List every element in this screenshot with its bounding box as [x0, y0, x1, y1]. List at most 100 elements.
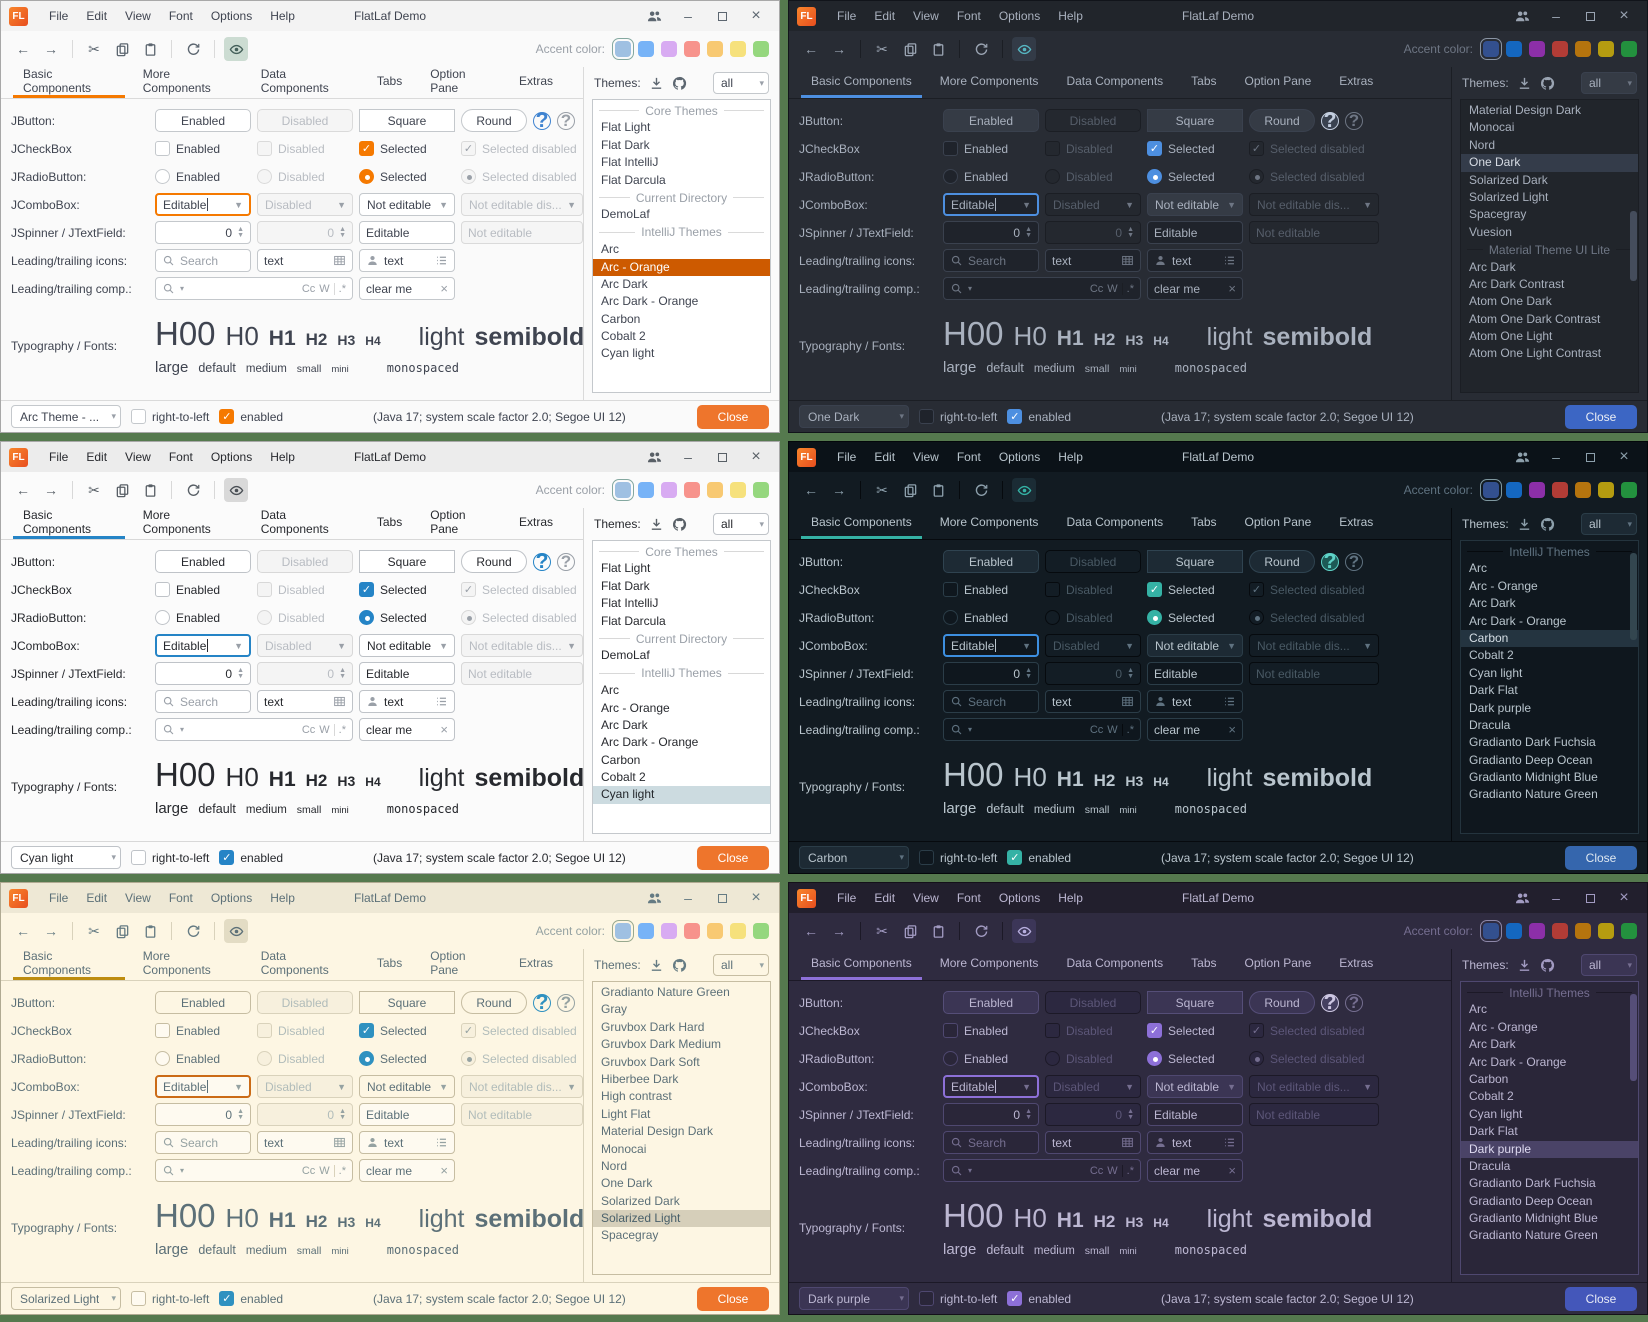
cut-icon[interactable]: ✂: [82, 919, 106, 943]
users-icon[interactable]: [1507, 3, 1537, 29]
round-button[interactable]: Round: [461, 991, 527, 1014]
text-field-user-list[interactable]: [359, 249, 455, 272]
accent-swatch[interactable]: [1506, 41, 1522, 57]
theme-list-item[interactable]: Cyan light: [1461, 665, 1638, 682]
text-field-table[interactable]: [257, 1131, 353, 1154]
list-scrollbar-thumb[interactable]: [1630, 211, 1637, 281]
textfield-editable[interactable]: [359, 1103, 455, 1126]
close-window-button[interactable]: ×: [741, 3, 771, 29]
checkbox-selected[interactable]: ✓Selected: [1147, 582, 1243, 597]
tab-data-components[interactable]: Data Components: [251, 949, 359, 980]
minimize-button[interactable]: –: [673, 3, 703, 29]
forward-button[interactable]: →: [39, 919, 63, 943]
copy-icon[interactable]: [110, 478, 134, 502]
radio-enabled[interactable]: Enabled: [155, 169, 251, 184]
checkbox-enabled[interactable]: Enabled: [943, 141, 1039, 156]
close-window-button[interactable]: ×: [741, 885, 771, 911]
theme-list-item[interactable]: Atom One Dark: [1461, 293, 1638, 310]
theme-list-item[interactable]: Gradianto Deep Ocean: [1461, 752, 1638, 769]
tab-option-pane[interactable]: Option Pane: [1235, 508, 1322, 539]
accent-swatch[interactable]: [1529, 41, 1545, 57]
theme-list-item[interactable]: Carbon: [1461, 1071, 1638, 1088]
close-button[interactable]: Close: [1565, 405, 1637, 429]
clear-icon[interactable]: ×: [440, 722, 448, 737]
combobox-not-editable[interactable]: Not editable▼: [359, 193, 455, 216]
themes-filter-combobox[interactable]: all ▾: [1581, 513, 1637, 535]
clear-icon[interactable]: ×: [440, 281, 448, 296]
theme-list-item[interactable]: Dark Flat: [1461, 682, 1638, 699]
maximize-button[interactable]: [707, 885, 737, 911]
radio-enabled[interactable]: Enabled: [155, 610, 251, 625]
combobox-not-editable[interactable]: Not editable▼: [359, 1075, 455, 1098]
github-icon[interactable]: [672, 76, 687, 91]
text-field-user-list[interactable]: [1147, 690, 1243, 713]
spinner-arrows-icon[interactable]: ▲▼: [1025, 227, 1032, 239]
help-button-secondary[interactable]: ?: [1345, 553, 1363, 571]
theme-list-item[interactable]: Cyan light: [593, 786, 770, 803]
clear-icon[interactable]: ×: [1228, 722, 1236, 737]
accent-swatch[interactable]: [1483, 482, 1499, 498]
text-field-user-list[interactable]: [359, 690, 455, 713]
spinner-enabled[interactable]: ▲▼: [943, 221, 1039, 244]
tab-tabs[interactable]: Tabs: [367, 508, 412, 539]
search-input[interactable]: [943, 1131, 1039, 1154]
help-button[interactable]: ?: [1321, 112, 1339, 130]
checkbox-selected[interactable]: ✓Selected: [1147, 141, 1243, 156]
download-icon[interactable]: [1517, 958, 1532, 973]
theme-list-item[interactable]: Spacegray: [593, 1227, 770, 1244]
combobox-editable[interactable]: Editable▼: [943, 1075, 1039, 1098]
menu-edit[interactable]: Edit: [865, 883, 904, 913]
accent-swatch[interactable]: [1598, 923, 1614, 939]
clear-icon[interactable]: ×: [1228, 1163, 1236, 1178]
theme-combobox[interactable]: Arc Theme - ... ▾: [11, 405, 121, 428]
theme-combobox[interactable]: Solarized Light ▾: [11, 1287, 121, 1310]
theme-list-item[interactable]: Spacegray: [1461, 206, 1638, 223]
combobox-not-editable[interactable]: Not editable▼: [1147, 1075, 1243, 1098]
tab-more-components[interactable]: More Components: [133, 949, 243, 980]
match-case-toggle[interactable]: Cc: [1090, 283, 1103, 295]
accent-swatch[interactable]: [684, 41, 700, 57]
theme-list-item[interactable]: Gradianto Deep Ocean: [1461, 1193, 1638, 1210]
checkbox-enabled[interactable]: Enabled: [155, 141, 251, 156]
enabled-button[interactable]: Enabled: [943, 991, 1039, 1014]
theme-list-item[interactable]: One Dark: [1461, 154, 1638, 171]
back-button[interactable]: ←: [11, 37, 35, 61]
tab-tabs[interactable]: Tabs: [367, 949, 412, 980]
close-window-button[interactable]: ×: [1609, 885, 1639, 911]
themes-filter-combobox[interactable]: all ▾: [1581, 72, 1637, 94]
help-button[interactable]: ?: [533, 553, 551, 571]
chevron-down-icon[interactable]: ▼: [1223, 200, 1240, 210]
menu-view[interactable]: View: [904, 1, 948, 31]
search-with-options-field[interactable]: ▾ Cc W .*: [155, 718, 353, 741]
text-field-table[interactable]: [257, 249, 353, 272]
theme-list-item[interactable]: Arc - Orange: [1461, 1019, 1638, 1036]
round-button[interactable]: Round: [1249, 991, 1315, 1014]
tab-more-components[interactable]: More Components: [930, 67, 1049, 98]
inspect-eye-toggle[interactable]: [224, 478, 248, 502]
theme-list-item[interactable]: Material Design Dark: [1461, 102, 1638, 119]
menu-font[interactable]: Font: [948, 883, 990, 913]
right-to-left-checkbox[interactable]: right-to-left: [919, 850, 997, 865]
search-with-options-field[interactable]: ▾ Cc W .*: [943, 1159, 1141, 1182]
menu-edit[interactable]: Edit: [77, 1, 116, 31]
enabled-button[interactable]: Enabled: [943, 550, 1039, 573]
spinner-enabled[interactable]: ▲▼: [943, 1103, 1039, 1126]
theme-list-item[interactable]: Arc: [1461, 560, 1638, 577]
menu-edit[interactable]: Edit: [865, 1, 904, 31]
menu-help[interactable]: Help: [261, 442, 304, 472]
paste-icon[interactable]: [138, 37, 162, 61]
chevron-down-icon[interactable]: ▼: [1223, 1082, 1240, 1092]
regex-toggle[interactable]: .*: [339, 283, 346, 295]
theme-list-item[interactable]: Dark purple: [1461, 700, 1638, 717]
cut-icon[interactable]: ✂: [82, 37, 106, 61]
menu-view[interactable]: View: [904, 883, 948, 913]
back-button[interactable]: ←: [799, 37, 823, 61]
tab-tabs[interactable]: Tabs: [1181, 508, 1226, 539]
maximize-button[interactable]: [1575, 444, 1605, 470]
menu-font[interactable]: Font: [160, 883, 202, 913]
chevron-down-icon[interactable]: ▼: [1018, 1082, 1035, 1092]
themes-filter-combobox[interactable]: all ▾: [713, 72, 769, 94]
back-button[interactable]: ←: [799, 919, 823, 943]
minimize-button[interactable]: –: [1541, 885, 1571, 911]
clearable-field[interactable]: ×: [1147, 277, 1243, 300]
